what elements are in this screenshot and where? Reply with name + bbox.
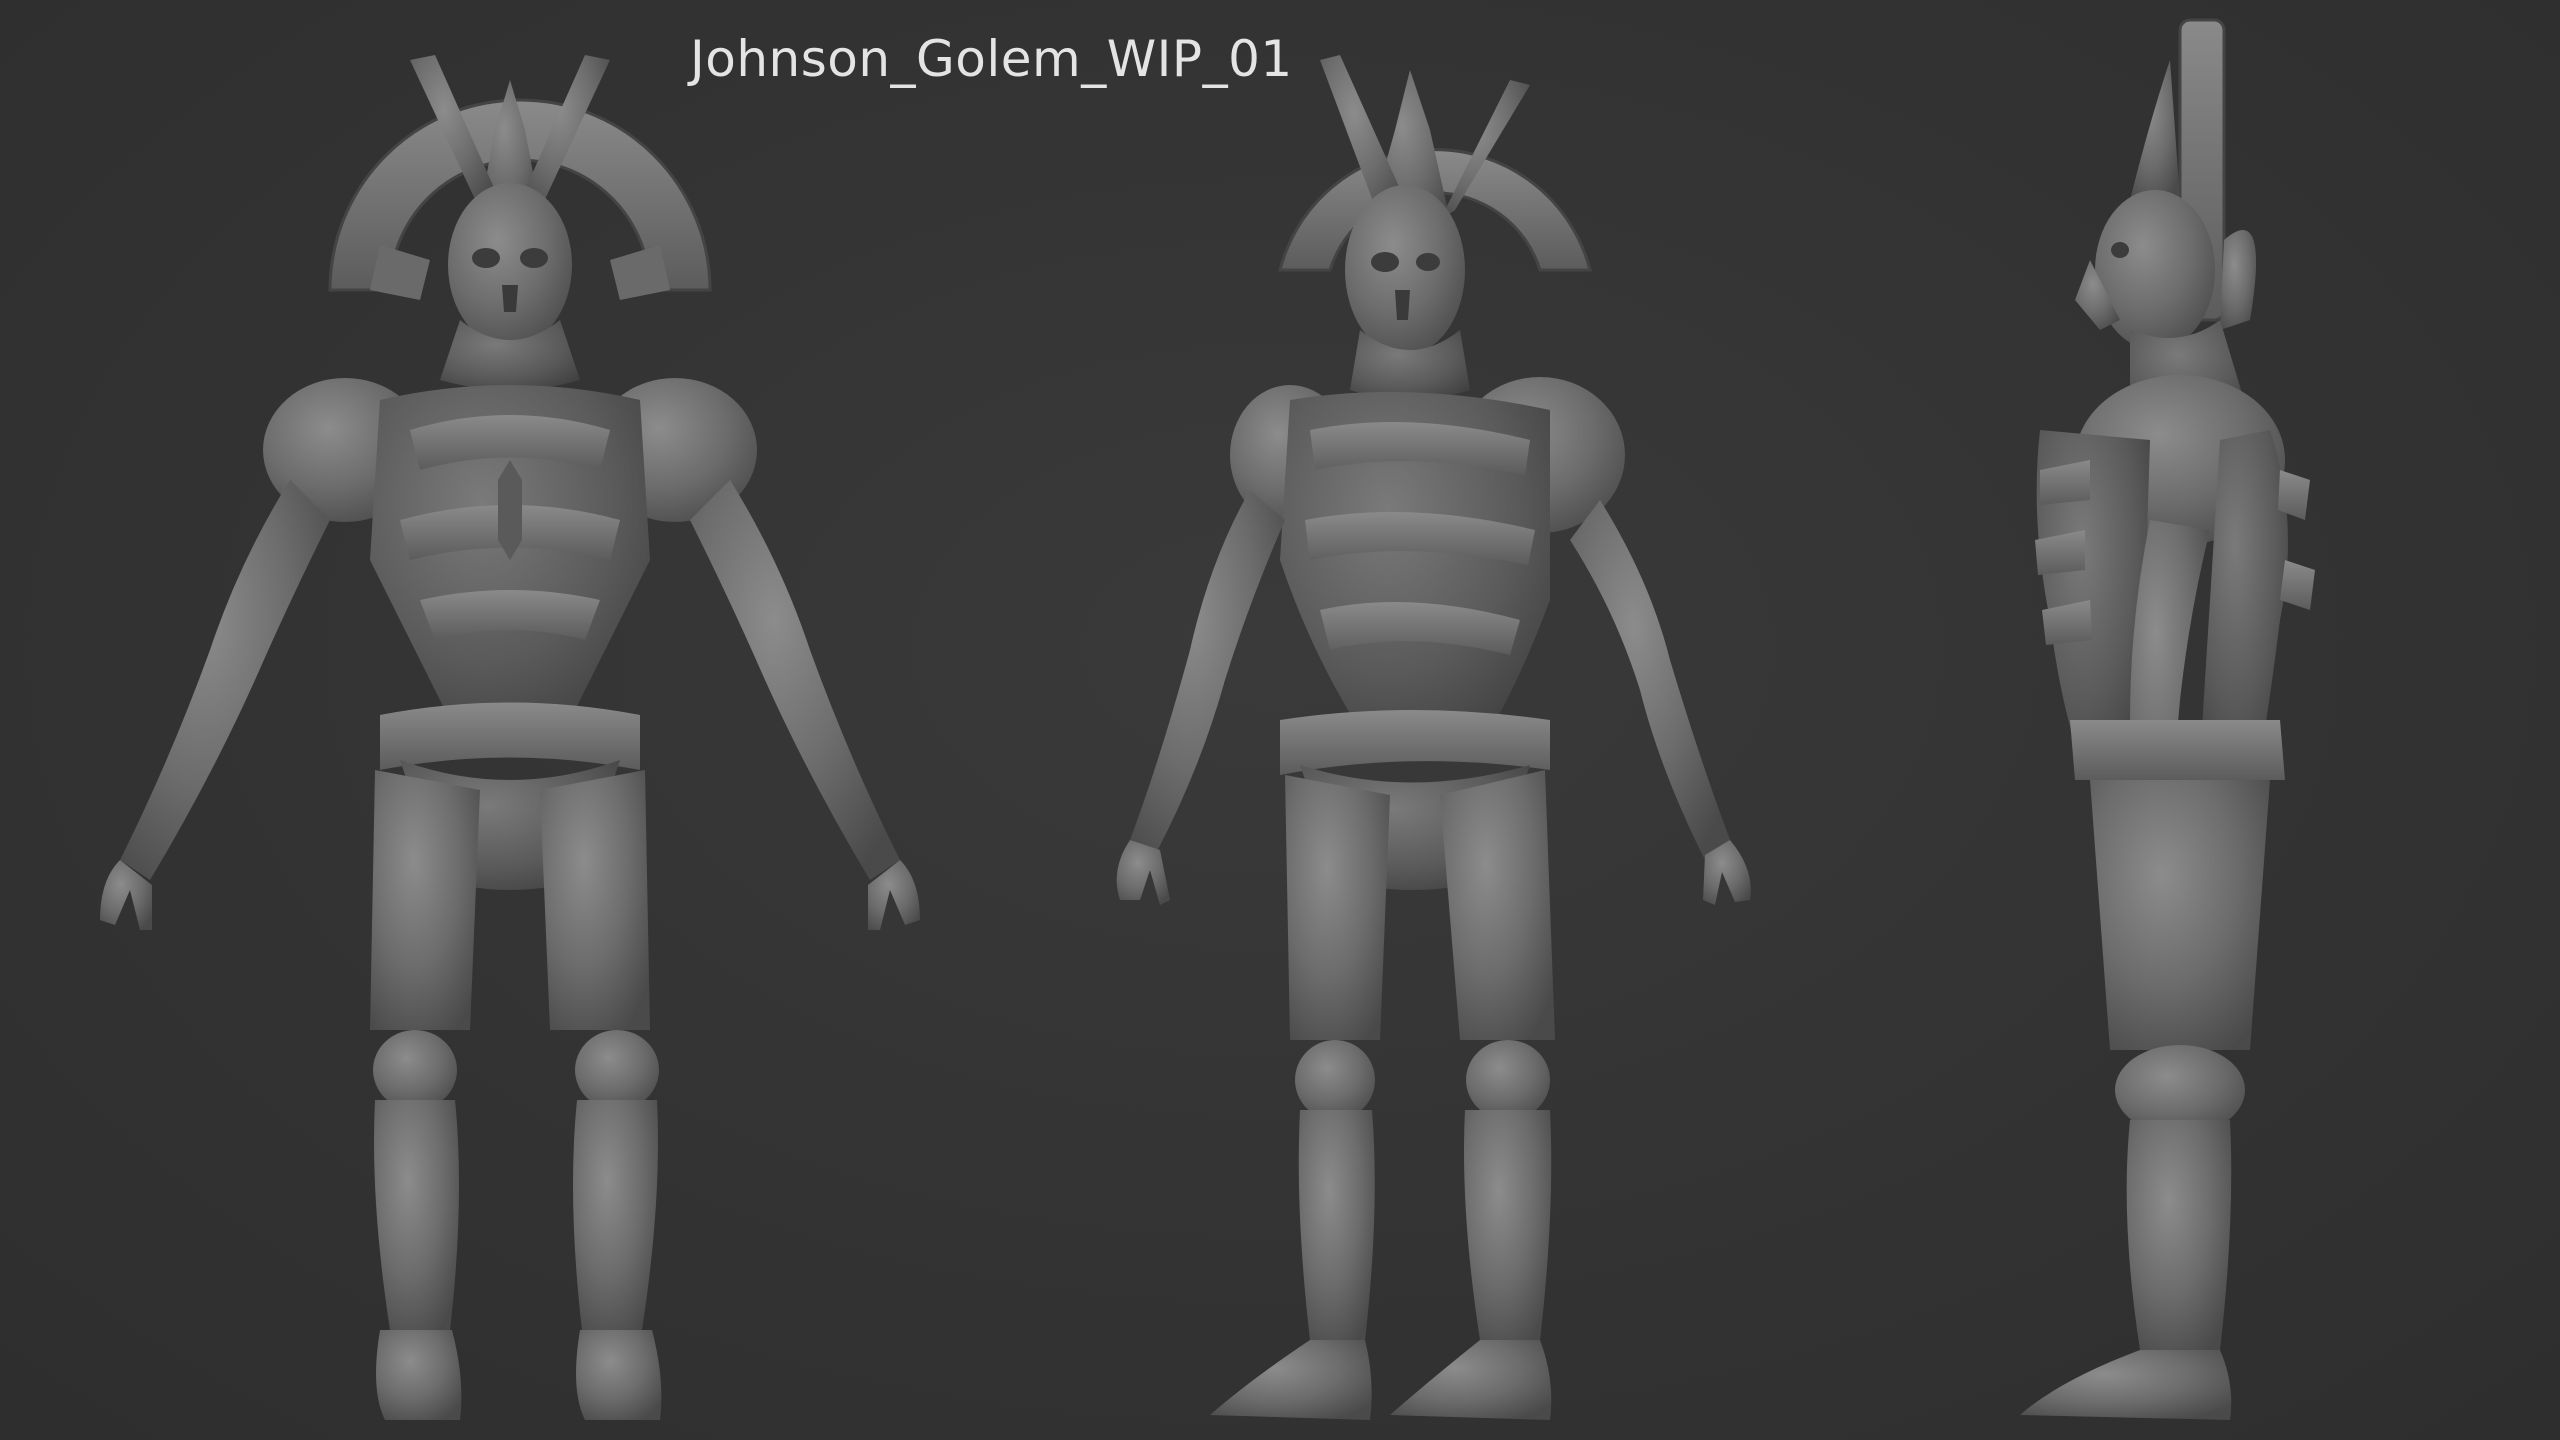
three-quarter-view-sculpt [1116, 55, 1751, 1420]
side-view-sculpt [2020, 18, 2315, 1420]
front-view-sculpt [100, 55, 920, 1420]
viewport-canvas: Johnson_Golem_WIP_01 [0, 0, 2560, 1440]
